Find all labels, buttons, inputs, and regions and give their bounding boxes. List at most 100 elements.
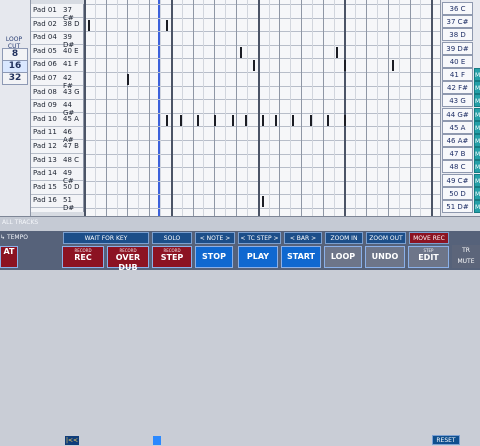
note-row-label[interactable]: 49 C# [442,173,473,187]
sequence-note[interactable] [240,46,243,58]
mute-marker[interactable]: M [474,186,480,200]
sequence-note[interactable] [244,114,247,126]
sequence-note[interactable] [127,74,130,85]
sequence-note[interactable] [214,114,217,126]
zoom-out-button[interactable]: ZOOM OUT [366,232,406,244]
track-mute-button[interactable]: TR MUTE [452,245,480,268]
pad-row[interactable]: Pad 04 39 D# [31,31,83,49]
mute-marker[interactable]: M [474,120,480,134]
record-button[interactable]: RECORD REC [62,246,104,268]
sequence-note[interactable] [166,114,169,126]
pad-row[interactable]: Pad 13 48 C [31,154,83,168]
pad-row[interactable]: Pad 05 40 E [31,45,83,59]
pad-row[interactable]: Pad 15 50 D [31,181,83,195]
pad-row[interactable]: Pad 01 37 C# [31,4,83,22]
sequence-note[interactable] [309,114,312,126]
sequence-note[interactable] [88,19,91,31]
at-button[interactable]: AT [0,246,18,268]
note-button[interactable]: < NOTE > [195,232,235,244]
stop-button[interactable]: STOP [195,246,233,268]
pad-name: Pad 05 [33,46,57,55]
note-row-label[interactable]: 37 C# [442,15,473,29]
over-dub-button[interactable]: RECORD OVER DUB [107,246,149,272]
mute-label: MUTE [457,258,475,265]
pad-row[interactable]: Pad 08 43 G [31,86,83,100]
sequence-note[interactable] [262,196,264,208]
pad-row[interactable]: Pad 02 38 D [31,18,83,32]
sequence-note[interactable] [231,114,234,126]
sequence-note[interactable] [253,60,256,72]
reset-button[interactable]: RESET [432,435,460,445]
pad-row[interactable]: Pad 11 46 A# [31,126,83,144]
pad-row[interactable]: Pad 12 47 B [31,140,83,154]
note-row-label[interactable]: 50 D [442,186,473,200]
step-grid[interactable] [84,0,440,216]
sequence-note[interactable] [292,114,295,126]
sequence-note[interactable] [344,114,347,126]
grid-column-line [235,0,237,216]
sequence-note[interactable] [327,114,330,126]
sequence-note[interactable] [275,114,278,126]
undo-button[interactable]: UNDO [365,246,405,268]
pad-row[interactable]: Pad 09 44 G# [31,99,83,117]
note-row-label[interactable]: 45 A [442,120,473,134]
note-row-label[interactable]: 51 D# [442,200,473,213]
note-row-label[interactable]: 36 C [442,2,473,15]
note-row-label[interactable]: 41 F [442,68,473,81]
step-edit-button[interactable]: STEP EDIT [408,246,449,268]
move-rec-button[interactable]: MOVE REC [409,232,449,244]
pad-row[interactable]: Pad 06 41 F [31,58,83,73]
loop-button[interactable]: LOOP [324,246,362,268]
pad-name: Pad 02 [33,19,57,28]
mute-marker[interactable]: M [474,173,480,187]
grid-column-line [159,0,161,216]
sequence-note[interactable] [196,114,199,126]
play-button[interactable]: PLAY [238,246,278,268]
mute-marker[interactable]: M [474,68,480,81]
pad-row[interactable]: Pad 16 51 D# [31,194,83,212]
note-row-label[interactable]: 47 B [442,147,473,161]
pad-row[interactable]: Pad 07 42 F# [31,72,83,90]
sequence-note[interactable] [344,60,347,72]
mute-marker[interactable]: M [474,134,480,147]
pad-row[interactable]: Pad 10 45 A [31,113,83,127]
mute-marker[interactable]: M [474,81,480,95]
note-row-label[interactable]: 44 G# [442,107,473,121]
note-row-label[interactable]: 42 F# [442,81,473,95]
start-button[interactable]: START [281,246,321,268]
grid-column-line [181,0,183,216]
note-row-label[interactable]: 43 G [442,94,473,108]
pad-list: Pad 01 37 C# Pad 02 38 D Pad 04 39 D# Pad 05 40… [31,4,84,212]
wait-for-key-button[interactable]: WAIT FOR KEY [63,232,149,244]
grid-column-line [203,0,205,216]
mute-marker[interactable]: M [474,200,480,213]
sequence-note[interactable] [335,46,338,58]
note-row-label[interactable]: 46 A# [442,134,473,147]
note-row-label[interactable]: 38 D [442,28,473,42]
timeline-scroll-thumb[interactable] [153,436,161,445]
sequence-note[interactable] [179,114,182,126]
sequence-note[interactable] [262,114,264,126]
grid-column-line [290,0,292,216]
sequence-note[interactable] [392,60,395,72]
mute-marker[interactable]: M [474,107,480,121]
tc-step-button[interactable]: < TC STEP > [238,232,281,244]
pad-row[interactable]: Pad 14 49 C# [31,167,83,185]
note-row-label[interactable]: 39 D# [442,41,473,55]
mute-marker[interactable]: M [474,94,480,108]
note-list: 36 C 37 C# 38 D 39 D# 40 E 41 F M 42 F# M 43 G M 44… [440,0,480,216]
zoom-in-button[interactable]: ZOOM IN [325,232,363,244]
mute-marker[interactable]: M [474,160,480,174]
mute-marker[interactable]: M [474,147,480,161]
tempo-icon: ↳ [0,234,6,241]
pad-name: Pad 07 [33,74,57,82]
rewind-button[interactable]: |<< [65,436,79,445]
note-row-label[interactable]: 40 E [442,54,473,68]
sequence-note[interactable] [166,19,169,31]
note-row-label[interactable]: 48 C [442,160,473,174]
all-tracks-label: ALL TRACKS [2,219,39,226]
solo-button[interactable]: SOLO [152,232,192,244]
bar-button[interactable]: < BAR > [284,232,322,244]
resolution-32-button[interactable]: 32 [2,72,28,85]
step-record-button[interactable]: RECORD STEP [152,246,192,268]
